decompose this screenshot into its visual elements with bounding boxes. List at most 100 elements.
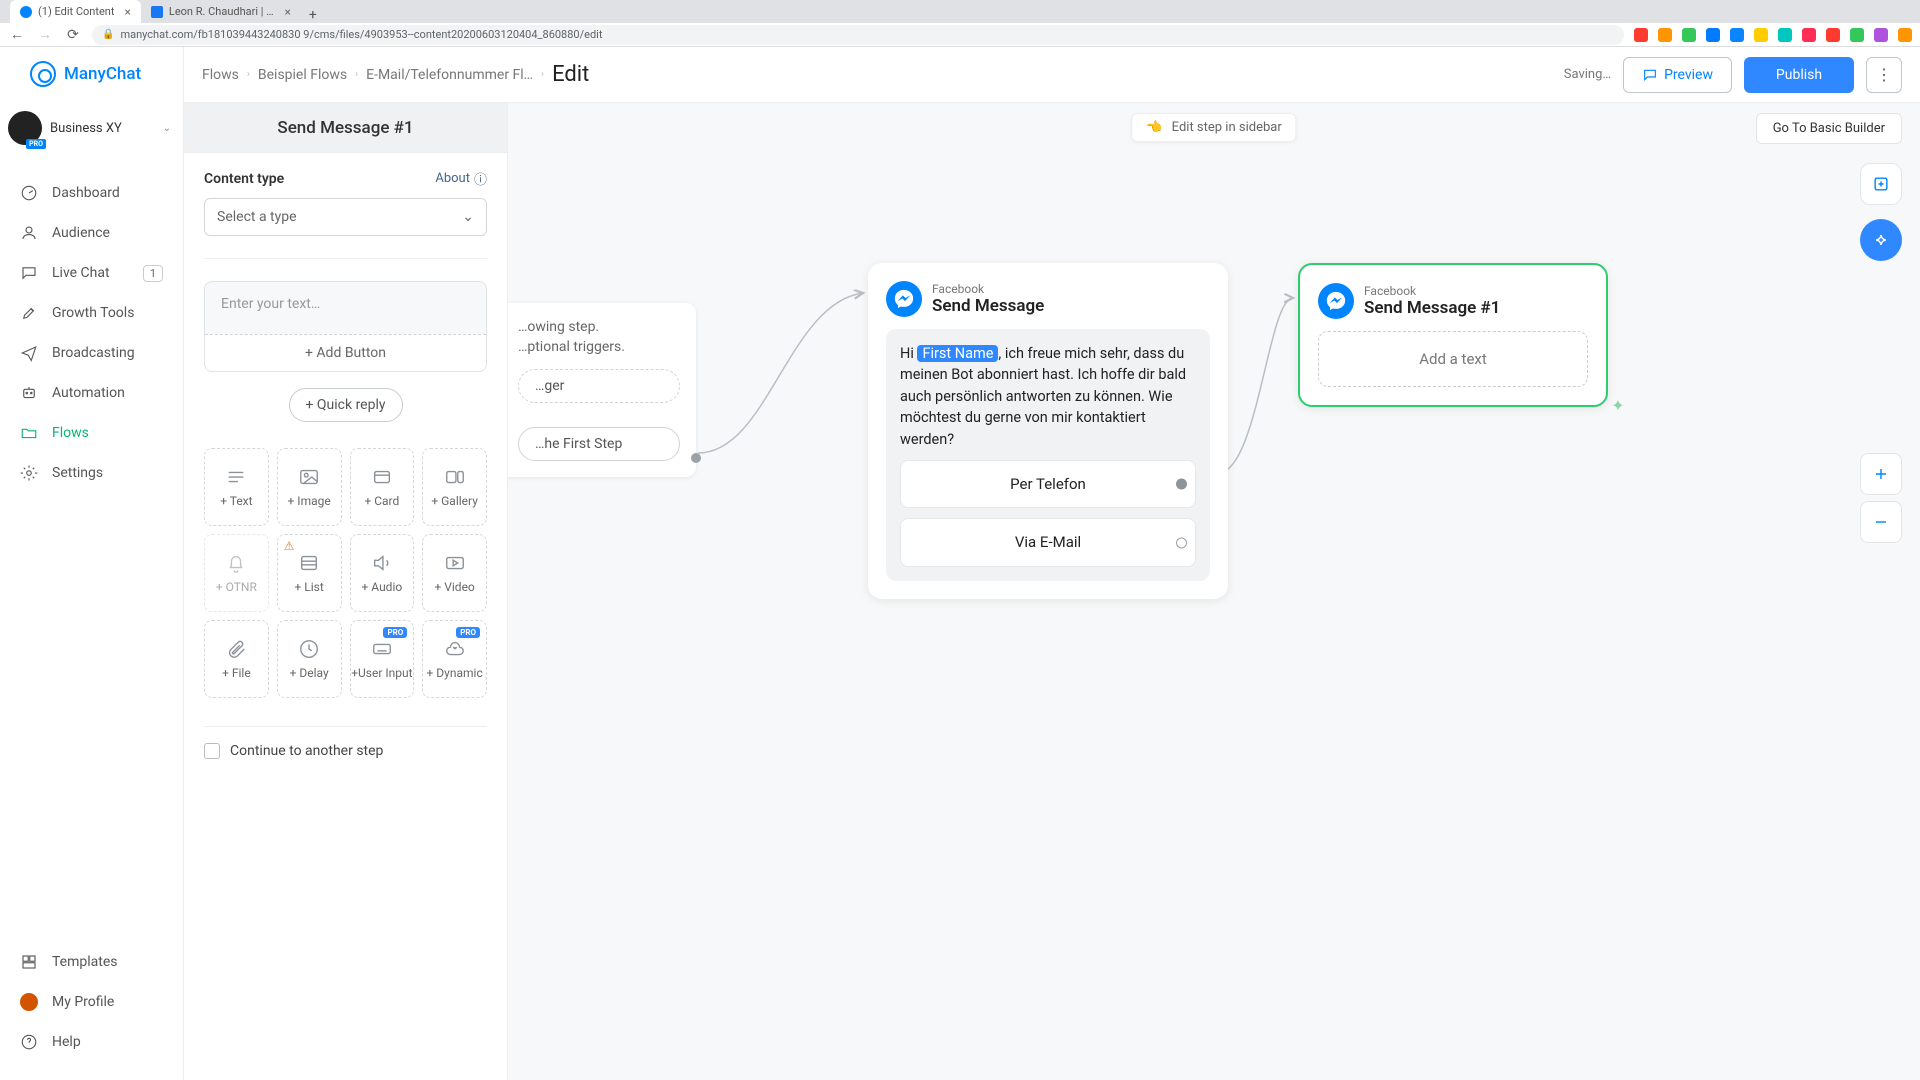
- appbar-right: Saving… Preview Publish ⋮: [1564, 57, 1902, 93]
- message-bubble[interactable]: Hi First Name, ich freue mich sehr, dass…: [886, 329, 1210, 581]
- sidebar-item-myprofile[interactable]: My Profile: [0, 982, 183, 1022]
- flow-canvas[interactable]: 👈 Edit step in sidebar Go To Basic Build…: [508, 103, 1920, 1080]
- publish-button[interactable]: Publish: [1744, 57, 1854, 93]
- extension-icon[interactable]: [1730, 28, 1744, 42]
- new-tab-button[interactable]: +: [301, 7, 325, 23]
- message-button[interactable]: Via E-Mail: [900, 518, 1196, 566]
- output-port[interactable]: [1176, 479, 1187, 490]
- add-otnr-block[interactable]: + OTNR: [204, 534, 269, 612]
- add-quick-reply[interactable]: + Quick reply: [289, 388, 403, 422]
- extension-icon[interactable]: [1634, 28, 1648, 42]
- attachment-icon: [225, 638, 247, 660]
- sidebar-item-dashboard[interactable]: Dashboard: [0, 173, 183, 213]
- gear-icon: [20, 464, 38, 482]
- add-text-slot[interactable]: Add a text: [1318, 331, 1588, 387]
- address-bar[interactable]: 🔒 manychat.com/fb181039443240830 9/cms/f…: [92, 25, 1624, 45]
- extension-icon[interactable]: [1850, 28, 1864, 42]
- extension-icon[interactable]: [1682, 28, 1696, 42]
- editor-row: Send Message #1 Content type About ⓘ Sel…: [184, 103, 1920, 1080]
- close-icon[interactable]: ×: [124, 5, 130, 19]
- extension-icon[interactable]: [1826, 28, 1840, 42]
- reload-button[interactable]: ⟳: [64, 27, 82, 43]
- sparkle-icon: ✦: [1606, 393, 1630, 417]
- zoom-out-button[interactable]: [1860, 501, 1902, 543]
- nav-label: Audience: [52, 225, 110, 241]
- close-icon[interactable]: ×: [284, 5, 290, 19]
- add-list-block[interactable]: ⚠+ List: [277, 534, 342, 612]
- nav-label: Flows: [52, 425, 89, 441]
- send-message-1-node[interactable]: Facebook Send Message #1 Add a text ✦: [1298, 263, 1608, 407]
- sidebar-item-settings[interactable]: Settings: [0, 453, 183, 493]
- starting-step-node[interactable]: …owing step. …ptional triggers. …ger …he…: [508, 303, 696, 477]
- nav-label: Settings: [52, 465, 103, 481]
- add-step-tool[interactable]: [1860, 163, 1902, 205]
- publish-label: Publish: [1776, 67, 1822, 83]
- brand[interactable]: ManyChat: [0, 47, 183, 101]
- audio-icon: [371, 552, 393, 574]
- add-button-action[interactable]: + Add Button: [205, 334, 486, 371]
- extension-icon[interactable]: [1658, 28, 1672, 42]
- add-userinput-block[interactable]: PRO+User Input: [350, 620, 415, 698]
- node-channel: Facebook: [932, 282, 1044, 296]
- back-button[interactable]: ←: [8, 26, 26, 43]
- step-title[interactable]: Send Message #1: [277, 118, 413, 138]
- send-message-node[interactable]: Facebook Send Message Hi First Name, ich…: [868, 263, 1228, 599]
- first-step-label: …he First Step: [535, 436, 622, 452]
- zoom-in-button[interactable]: [1860, 453, 1902, 495]
- tab-title: (1) Edit Content: [38, 5, 114, 18]
- crumb-flows[interactable]: Flows: [202, 67, 239, 83]
- favicon: [151, 6, 163, 18]
- add-video-block[interactable]: + Video: [422, 534, 487, 612]
- add-delay-block[interactable]: + Delay: [277, 620, 342, 698]
- saving-status: Saving…: [1564, 67, 1611, 82]
- extension-icon[interactable]: [1778, 28, 1792, 42]
- message-text-input[interactable]: Enter your text…: [205, 282, 486, 334]
- sidebar-item-audience[interactable]: Audience: [0, 213, 183, 253]
- first-step-chip[interactable]: …he First Step: [518, 427, 680, 461]
- work-area: Flows › Beispiel Flows › E-Mail/Telefonn…: [184, 47, 1920, 1080]
- sidebar-item-livechat[interactable]: Live Chat 1: [0, 253, 183, 293]
- message-button[interactable]: Per Telefon: [900, 460, 1196, 508]
- extension-icon[interactable]: [1874, 28, 1888, 42]
- workspace-switcher[interactable]: PRO Business XY ⌄: [0, 101, 183, 155]
- sidebar-item-broadcasting[interactable]: Broadcasting: [0, 333, 183, 373]
- go-to-basic-builder[interactable]: Go To Basic Builder: [1756, 113, 1902, 144]
- sidebar-item-growthtools[interactable]: Growth Tools: [0, 293, 183, 333]
- help-icon: [20, 1033, 38, 1051]
- output-port[interactable]: [691, 453, 701, 463]
- more-menu-button[interactable]: ⋮: [1866, 57, 1902, 93]
- node-title: Send Message: [932, 296, 1044, 316]
- crumb-folder[interactable]: Beispiel Flows: [258, 67, 347, 83]
- forward-button[interactable]: →: [36, 26, 54, 43]
- app: ManyChat PRO Business XY ⌄ Dashboard Aud…: [0, 47, 1920, 1080]
- extension-icon[interactable]: [1898, 28, 1912, 42]
- add-audio-block[interactable]: + Audio: [350, 534, 415, 612]
- node-line: …owing step.: [518, 319, 680, 335]
- sidebar-item-flows[interactable]: Flows: [0, 413, 183, 453]
- extension-icon[interactable]: [1802, 28, 1816, 42]
- continue-checkbox[interactable]: [204, 743, 220, 759]
- content-type-select[interactable]: Select a type ⌄: [204, 198, 487, 236]
- sidebar-item-automation[interactable]: Automation: [0, 373, 183, 413]
- add-trigger[interactable]: …ger: [518, 369, 680, 403]
- add-text-block[interactable]: + Text: [204, 448, 269, 526]
- preview-button[interactable]: Preview: [1623, 57, 1732, 93]
- add-card-block[interactable]: + Card: [350, 448, 415, 526]
- output-port[interactable]: [1176, 537, 1187, 548]
- about-link[interactable]: About ⓘ: [435, 169, 487, 188]
- chevron-right-icon: ›: [247, 69, 250, 80]
- sidebar-item-templates[interactable]: Templates: [0, 942, 183, 982]
- preview-label: Preview: [1664, 67, 1713, 83]
- add-image-block[interactable]: + Image: [277, 448, 342, 526]
- browser-tab[interactable]: Leon R. Chaudhari | Facebook ×: [141, 0, 301, 23]
- crumb-flow[interactable]: E-Mail/Telefonnummer Fl…: [366, 67, 533, 83]
- add-dynamic-block[interactable]: PRO+ Dynamic: [422, 620, 487, 698]
- extension-icon[interactable]: [1706, 28, 1720, 42]
- magic-fab[interactable]: [1860, 219, 1902, 261]
- add-file-block[interactable]: + File: [204, 620, 269, 698]
- extension-icon[interactable]: [1754, 28, 1768, 42]
- nav-label: Dashboard: [52, 185, 120, 201]
- add-gallery-block[interactable]: + Gallery: [422, 448, 487, 526]
- sidebar-item-help[interactable]: Help: [0, 1022, 183, 1062]
- browser-tab[interactable]: (1) Edit Content ×: [10, 0, 141, 23]
